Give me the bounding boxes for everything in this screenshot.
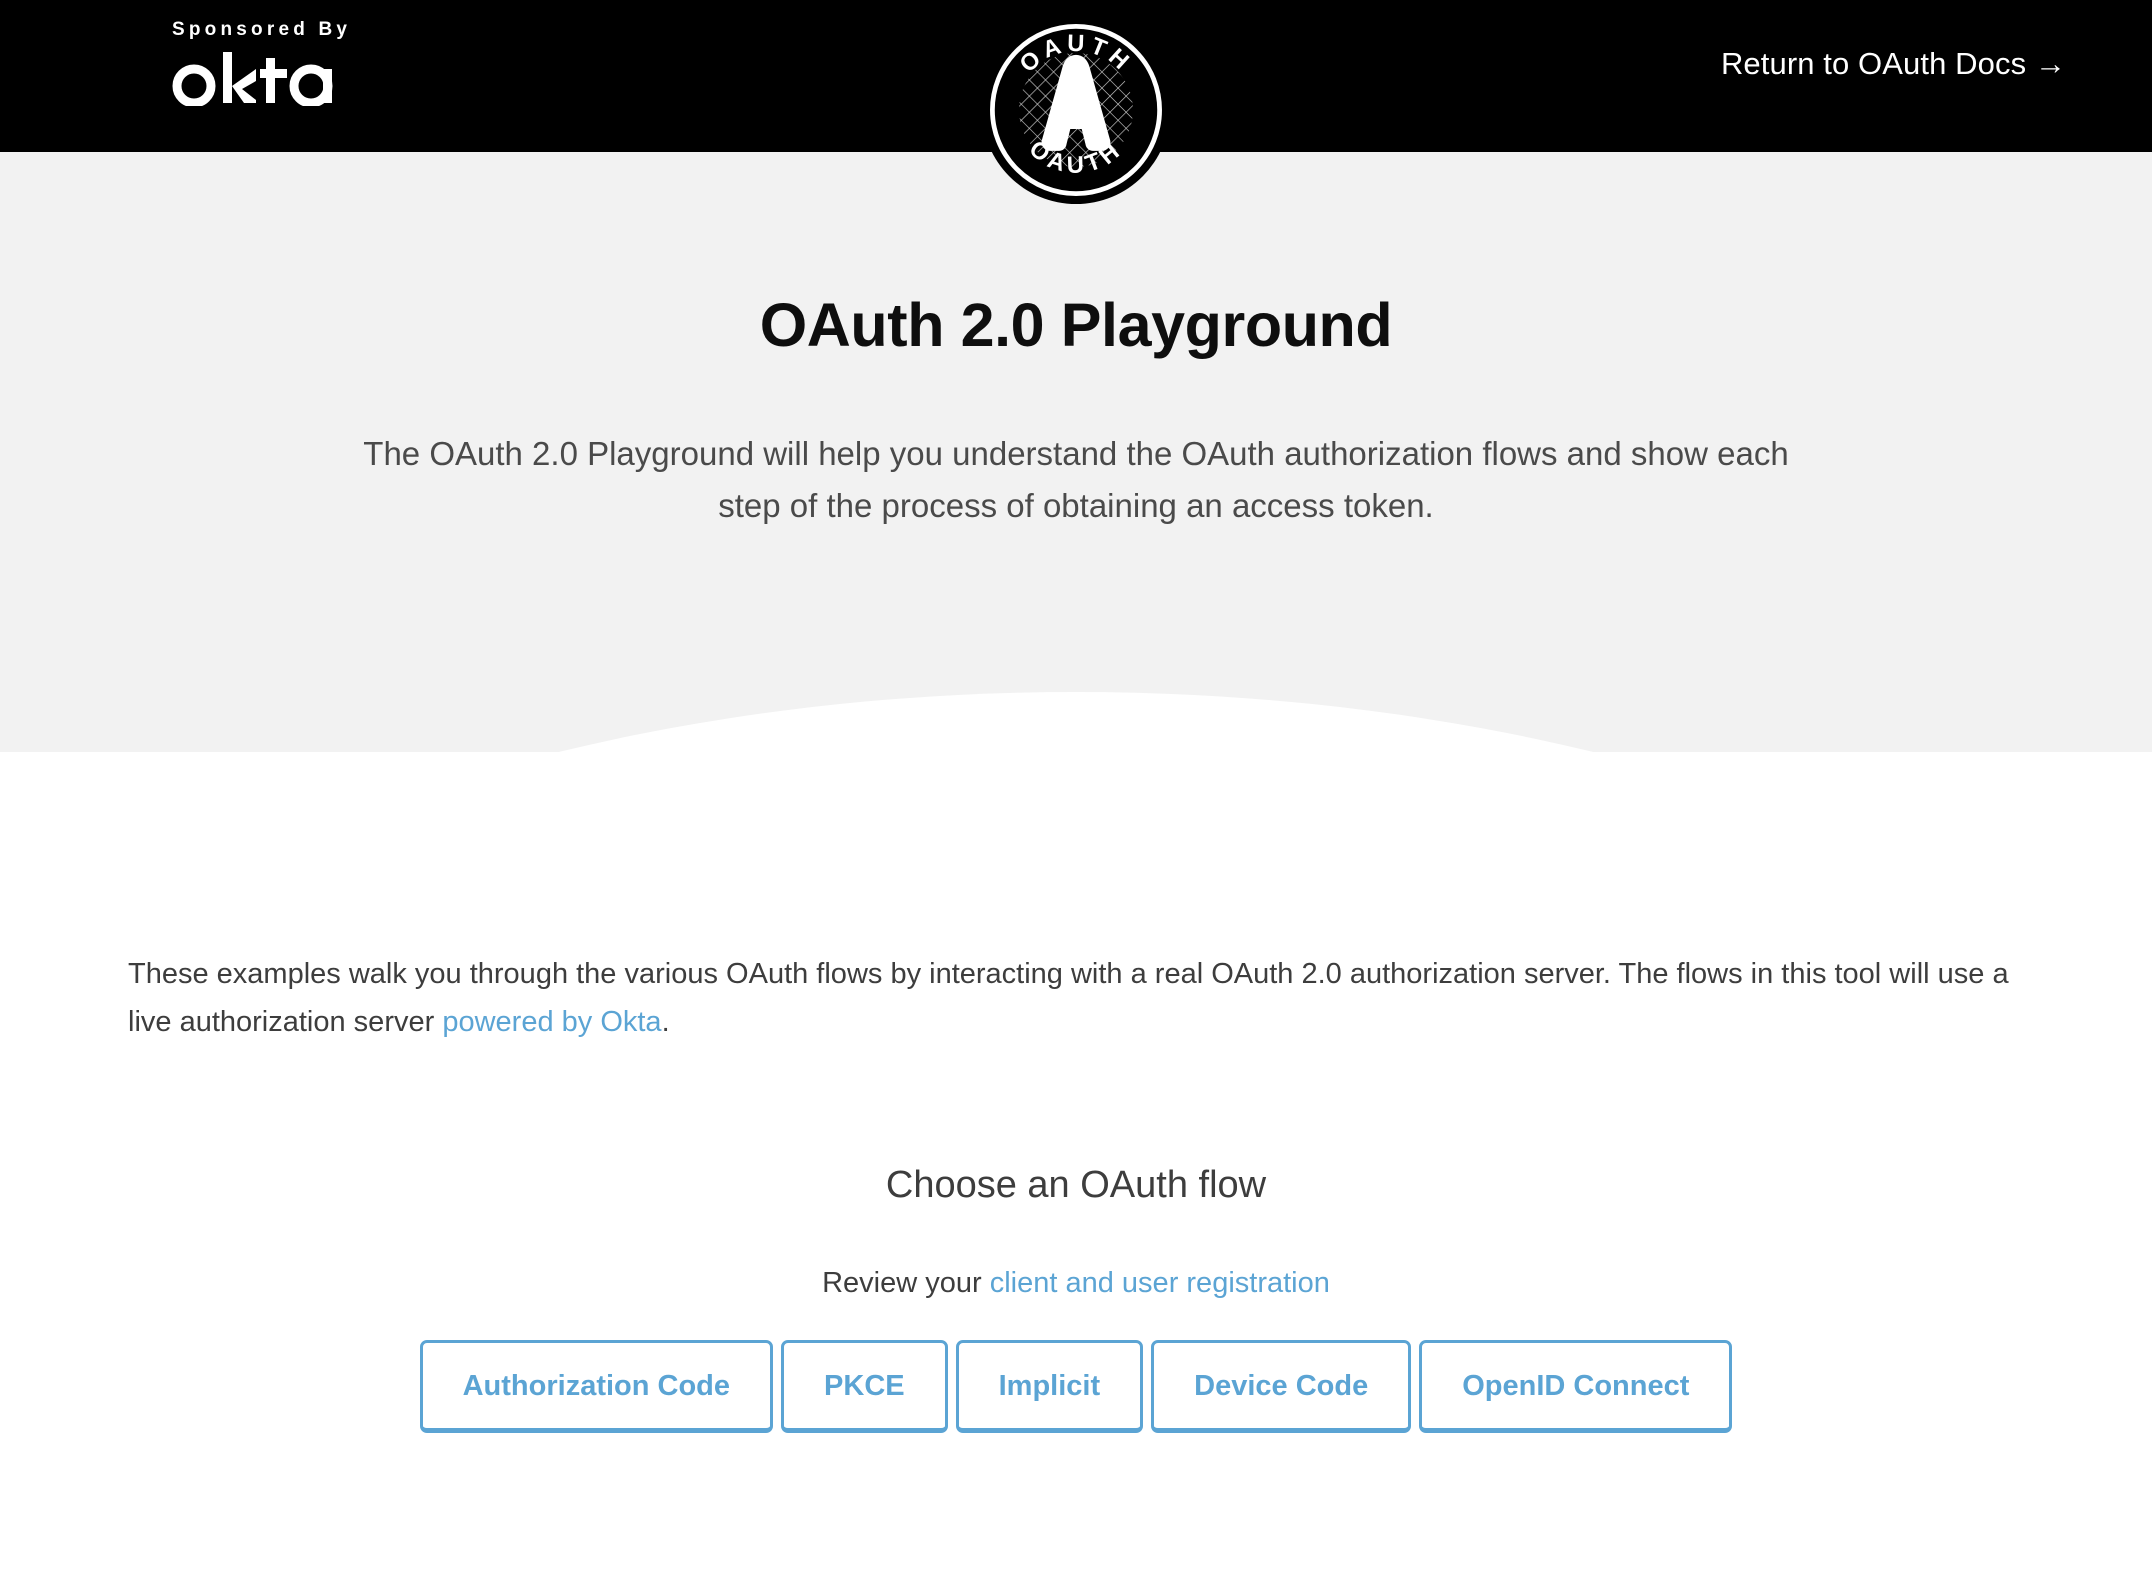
review-registration-line: Review your client and user registration: [0, 1267, 2152, 1300]
flow-button-pkce[interactable]: PKCE: [781, 1340, 948, 1433]
oauth-badge-icon: OAUTH OAUTH: [981, 15, 1171, 205]
main-content: These examples walk you through the vari…: [0, 752, 2152, 1580]
flow-button-implicit[interactable]: Implicit: [955, 1340, 1144, 1433]
intro-text-part2: .: [661, 1006, 670, 1038]
intro-text-part1: These examples walk you through the vari…: [128, 958, 2009, 1038]
page-title: OAuth 2.0 Playground: [759, 291, 1393, 359]
intro-paragraph: These examples walk you through the vari…: [128, 950, 2038, 1046]
return-to-oauth-docs-link[interactable]: Return to OAuth Docs →: [1721, 46, 2066, 82]
review-prefix-text: Review your: [822, 1267, 990, 1299]
sponsored-by-label: Sponsored By: [172, 19, 352, 40]
flow-button-authorization-code[interactable]: Authorization Code: [419, 1340, 774, 1433]
flow-button-row: Authorization Code PKCE Implicit Device …: [0, 1340, 2152, 1433]
client-user-registration-link[interactable]: client and user registration: [990, 1267, 1330, 1299]
hero-curve-divider: [0, 692, 2152, 752]
okta-logo-icon: [172, 52, 333, 106]
sponsor-block: Sponsored By: [168, 20, 468, 106]
flow-button-openid-connect[interactable]: OpenID Connect: [1419, 1340, 1733, 1433]
page-subtitle: The OAuth 2.0 Playground will help you u…: [363, 435, 1789, 524]
powered-by-okta-link[interactable]: powered by Okta: [442, 1006, 661, 1038]
choose-flow-heading: Choose an OAuth flow: [885, 1164, 1267, 1206]
flow-button-device-code[interactable]: Device Code: [1151, 1340, 1412, 1433]
